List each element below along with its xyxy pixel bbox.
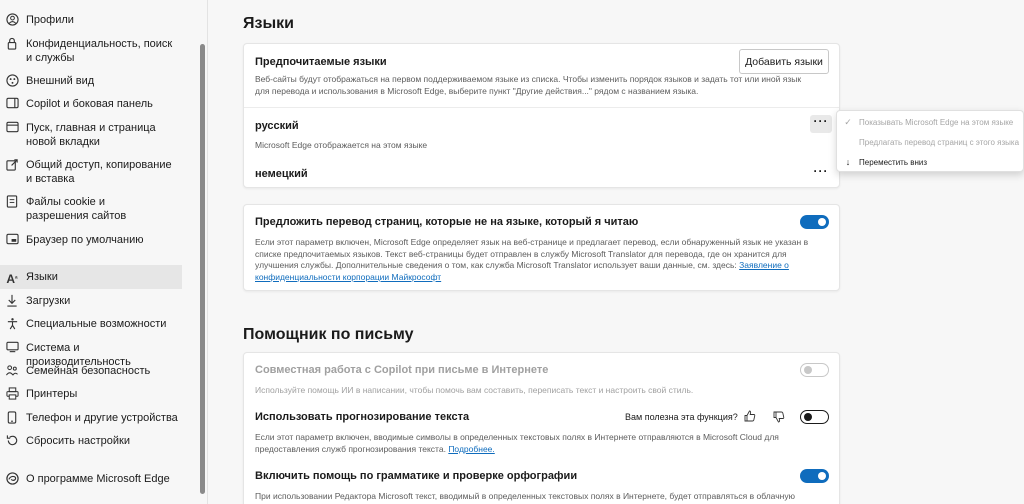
system-icon [5,341,19,355]
language-note: Microsoft Edge отображается на этом язык… [255,140,428,150]
sidebar-item-printers[interactable]: Принтеры [0,387,182,401]
check-icon: ✓ [844,116,852,127]
reset-icon [5,434,19,448]
text-prediction-description-text: Если этот параметр включен, вводимые сим… [255,432,779,454]
preferred-languages-card: Предпочитаемые языки Добавить языки Веб-… [243,43,840,188]
sidebar-item-accessibility[interactable]: Специальные возможности [0,317,182,331]
home-icon [5,121,19,135]
sidebar-item-share[interactable]: Общий доступ, копирование и вставка [0,158,182,186]
lock-icon [5,37,19,51]
sidebar-item-label: Языки [26,271,58,283]
sidebar-item-label: Семейная безопасность [26,365,151,377]
sidebar-divider [207,0,208,504]
copilot-writing-toggle[interactable] [800,363,829,377]
language-name: немецкий [255,168,308,180]
phone-icon [5,411,19,425]
sidebar-item-family[interactable]: Семейная безопасность [0,364,182,378]
sidebar-item-label: Принтеры [26,388,78,400]
sidebar-item-about[interactable]: О программе Microsoft Edge [0,472,182,486]
share-icon [5,158,19,172]
thumbs-down-icon[interactable] [773,410,787,424]
translate-description: Если этот параметр включен, Microsoft Ed… [255,237,815,283]
copilot-writing-description: Используйте помощь ИИ в написании, чтобы… [255,385,694,395]
sidebar-item-label: Пуск, главная и страница новой вкладки [26,122,156,148]
sidebar-item-label: Внешний вид [26,75,95,87]
text-prediction-title: Использовать прогнозирование текста [255,411,470,423]
cookie-icon [5,195,19,209]
translate-title: Предложить перевод страниц, которые не н… [255,216,639,228]
sidebar-item-reset[interactable]: Сбросить настройки [0,434,182,448]
sidebar-item-default-browser[interactable]: Браузер по умолчанию [0,233,182,247]
sidebar-item-label: Профили [26,14,74,26]
sidebar-item-label: Общий доступ, копирование и вставка [26,159,172,185]
feedback-question: Вам полезна эта функция? [625,412,738,422]
sidebar-item-languages[interactable]: Aₐ Языки [0,265,182,289]
divider [244,107,839,108]
preferred-languages-title: Предпочитаемые языки [255,56,387,68]
menu-item-move-down[interactable]: ↓ Переместить вниз [837,152,1024,172]
translate-toggle[interactable] [800,215,829,229]
sidebar-scrollbar[interactable] [200,44,205,494]
family-icon [5,364,19,378]
sidebar-item-privacy[interactable]: Конфиденциальность, поиск и службы [0,37,182,65]
copilot-writing-title: Совместная работа с Copilot при письме в… [255,364,549,376]
sidebar-item-label: Конфиденциальность, поиск и службы [26,38,173,64]
text-prediction-toggle[interactable] [800,410,829,424]
sidebar-item-profiles[interactable]: Профили [0,13,182,27]
languages-section-title: Языки [243,15,294,32]
sidebar-item-appearance[interactable]: Внешний вид [0,74,182,88]
sidebar-item-phone[interactable]: Телефон и другие устройства [0,411,182,425]
grammar-description: При использовании Редактора Microsoft те… [255,491,795,501]
menu-item-display-edge-in-language[interactable]: ✓ Показывать Microsoft Edge на этом язык… [837,112,1024,132]
text-prediction-description: Если этот параметр включен, вводимые сим… [255,432,815,455]
profile-icon [5,13,19,27]
sidebar-item-label: Copilot и боковая панель [26,98,153,110]
sidebar-item-cookies[interactable]: Файлы cookie и разрешения сайтов [0,195,182,223]
preferred-languages-description: Веб-сайты будут отображаться на первом п… [255,74,802,96]
appearance-icon [5,74,19,88]
arrow-down-icon: ↓ [845,157,851,167]
sidebar-item-label: Загрузки [26,295,71,307]
writing-section-title: Помощник по письму [243,326,414,343]
menu-item-label: Переместить вниз [859,157,928,167]
menu-item-label: Предлагать перевод страниц с этого языка [859,137,1020,147]
language-more-actions-button[interactable]: ··· [810,115,832,133]
browser-icon [5,233,19,247]
sidebar-item-copilot[interactable]: Copilot и боковая панель [0,97,182,111]
edge-icon [5,472,19,486]
sidebar-item-downloads[interactable]: Загрузки [0,294,182,308]
sidebar-item-label: Браузер по умолчанию [26,234,144,246]
translate-description-text: Если этот параметр включен, Microsoft Ed… [255,237,809,270]
sidebar-item-start[interactable]: Пуск, главная и страница новой вкладки [0,121,182,149]
grammar-toggle[interactable] [800,469,829,483]
languages-icon: Aₐ [6,272,18,286]
sidebar-item-label: Файлы cookie и разрешения сайтов [26,196,127,222]
sidebar-item-label: О программе Microsoft Edge [26,473,170,485]
language-name: русский [255,120,299,132]
sidebar-item-label: Телефон и другие устройства [26,412,178,424]
translate-card: Предложить перевод страниц, которые не н… [243,204,840,291]
sidebar-icon [5,97,19,111]
add-languages-button[interactable]: Добавить языки [739,49,829,74]
download-icon [5,294,19,308]
sidebar-item-label: Специальные возможности [26,318,167,330]
menu-item-label: Показывать Microsoft Edge на этом языке [859,117,1014,127]
grammar-title: Включить помощь по грамматике и проверке… [255,470,578,482]
settings-sidebar: Профили Конфиденциальность, поиск и служ… [0,0,196,504]
sidebar-item-label: Сбросить настройки [26,435,131,447]
accessibility-icon [5,317,19,331]
printer-icon [5,387,19,401]
menu-item-offer-translate[interactable]: Предлагать перевод страниц с этого языка [837,132,1024,152]
thumbs-up-icon[interactable] [744,409,758,423]
language-context-menu: ✓ Показывать Microsoft Edge на этом язык… [836,110,1024,172]
learn-more-link[interactable]: Подробнее. [448,444,494,454]
language-more-actions-button[interactable]: ··· [810,165,832,183]
writing-card: Совместная работа с Copilot при письме в… [243,352,840,504]
